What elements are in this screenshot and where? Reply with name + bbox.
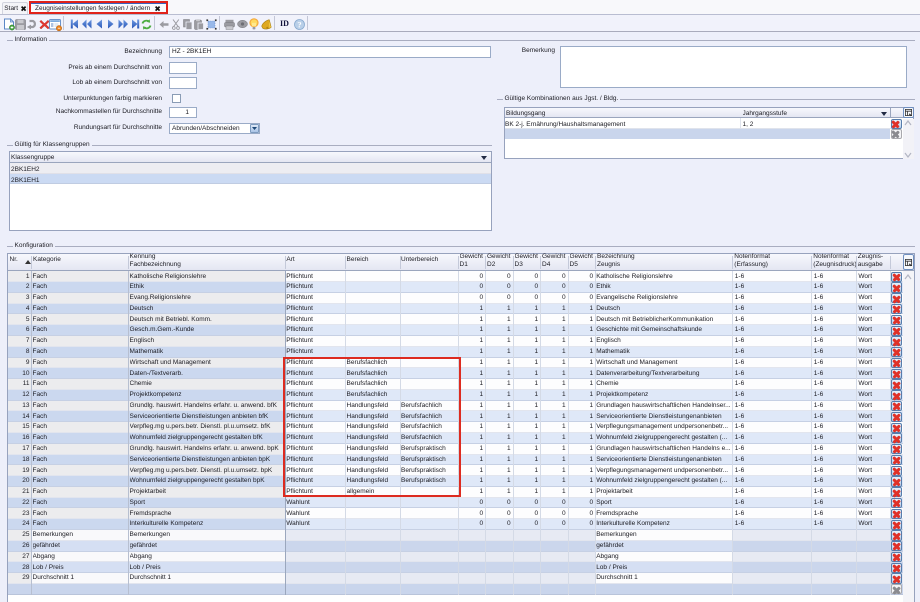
svg-text:?: ? <box>297 19 301 29</box>
